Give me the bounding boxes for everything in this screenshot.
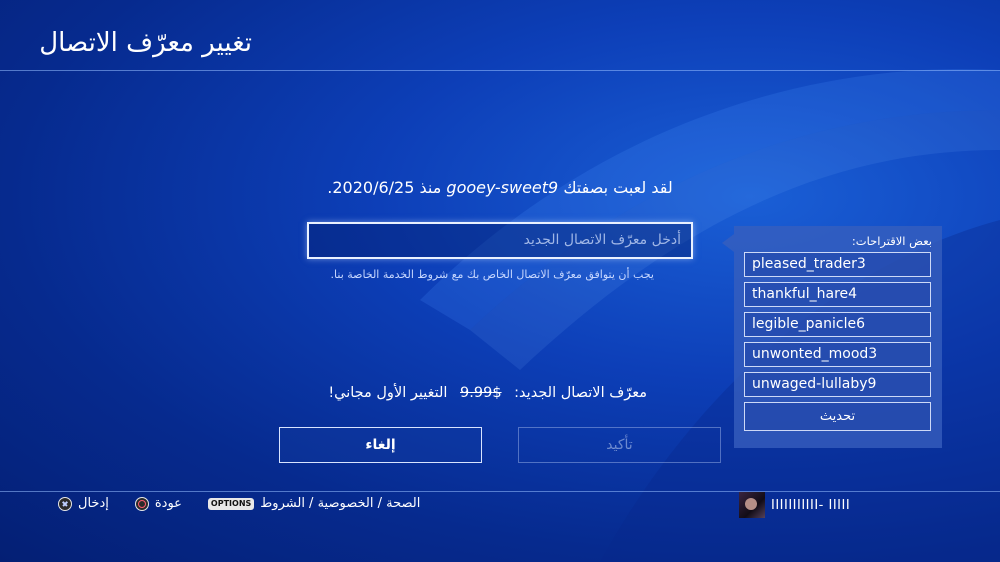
suggestion-item[interactable]: legible_panicle6 [744, 312, 931, 337]
confirm-button[interactable]: تأكيد [518, 427, 721, 463]
free-change-note: التغيير الأول مجاني! [328, 385, 448, 401]
user-profile: IIIIIIIIIII- IIIII [739, 492, 850, 518]
suggestion-item[interactable]: pleased_trader3 [744, 252, 931, 277]
new-id-label: معرّف الاتصال الجديد: [514, 385, 647, 401]
footer-controls: إدخال عودة OPTIONS الصحة / الخصوصية / ال… [58, 496, 420, 511]
suggestions-panel: بعض الاقتراحات: pleased_trader3 thankful… [734, 226, 942, 448]
cross-button-icon [58, 496, 72, 511]
circle-button-icon [134, 496, 149, 511]
enter-label: إدخال [78, 496, 109, 511]
old-online-id: gooey-sweet9 [446, 178, 559, 197]
played-as-prefix: لقد لعبت بصفتك [563, 178, 673, 197]
terms-agreement-note: يجب أن يتوافق معرّف الاتصال الخاص بك مع … [330, 268, 654, 281]
played-since-date: 2020/6/25. [327, 178, 415, 197]
new-online-id-input[interactable]: أدخل معرّف الاتصال الجديد [307, 222, 693, 259]
refresh-suggestions-button[interactable]: تحديث [744, 402, 931, 431]
suggestions-title: بعض الاقتراحات: [851, 234, 932, 248]
back-label: عودة [154, 496, 182, 511]
played-as-text: لقد لعبت بصفتك gooey-sweet9 منذ 2020/6/2… [0, 178, 1000, 197]
suggestion-item[interactable]: unwonted_mood3 [744, 342, 931, 367]
header-divider [0, 70, 1000, 71]
avatar [739, 492, 765, 518]
cancel-button[interactable]: إلغاء [279, 427, 482, 463]
username: IIIIIIIIIII- IIIII [771, 497, 851, 513]
suggestions-pointer [722, 234, 734, 252]
suggestion-item[interactable]: unwaged-lullaby9 [744, 372, 931, 397]
suggestion-item[interactable]: thankful_hare4 [744, 282, 931, 307]
page-title: تغيير معرّف الاتصال [39, 28, 252, 58]
options-button-icon: OPTIONS [207, 497, 255, 510]
health-privacy-terms-link[interactable]: الصحة / الخصوصية / الشروط [260, 496, 420, 511]
price-line: معرّف الاتصال الجديد: $9.99 التغيير الأو… [328, 385, 647, 401]
old-price: $9.99 [460, 385, 502, 401]
since-label: منذ [419, 178, 442, 197]
